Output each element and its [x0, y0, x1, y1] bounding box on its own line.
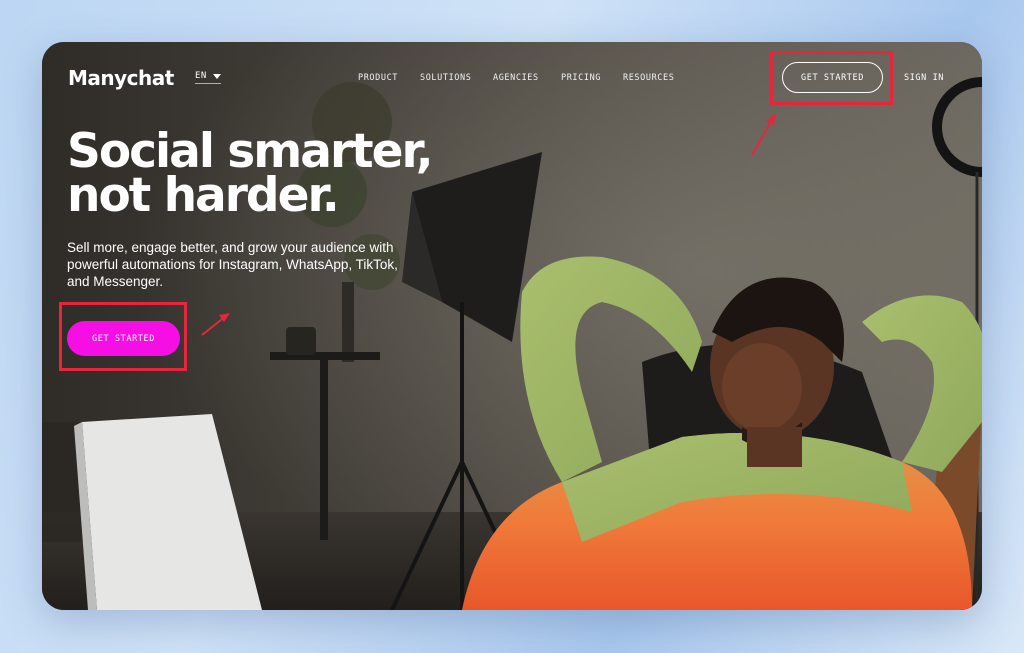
nav-link-product[interactable]: PRODUCT [358, 73, 398, 83]
hero-subtitle: Sell more, engage better, and grow your … [67, 240, 398, 289]
sign-in-link[interactable]: SIGN IN [904, 73, 944, 83]
hero-title-line-2: not harder. [67, 168, 340, 223]
nav-link-agencies[interactable]: AGENCIES [493, 73, 539, 83]
nav-link-resources[interactable]: RESOURCES [623, 73, 674, 83]
hero-title: Social smarter, not harder. [67, 128, 527, 223]
chevron-down-icon [212, 73, 221, 79]
highlight-box-hero-cta [59, 302, 187, 371]
language-label: EN [195, 71, 207, 81]
manychat-logo[interactable]: Manychat [68, 66, 174, 90]
language-selector[interactable]: EN [195, 71, 221, 84]
highlight-box-header-cta [770, 51, 893, 105]
nav-link-solutions[interactable]: SOLUTIONS [420, 73, 471, 83]
nav-link-pricing[interactable]: PRICING [561, 73, 601, 83]
